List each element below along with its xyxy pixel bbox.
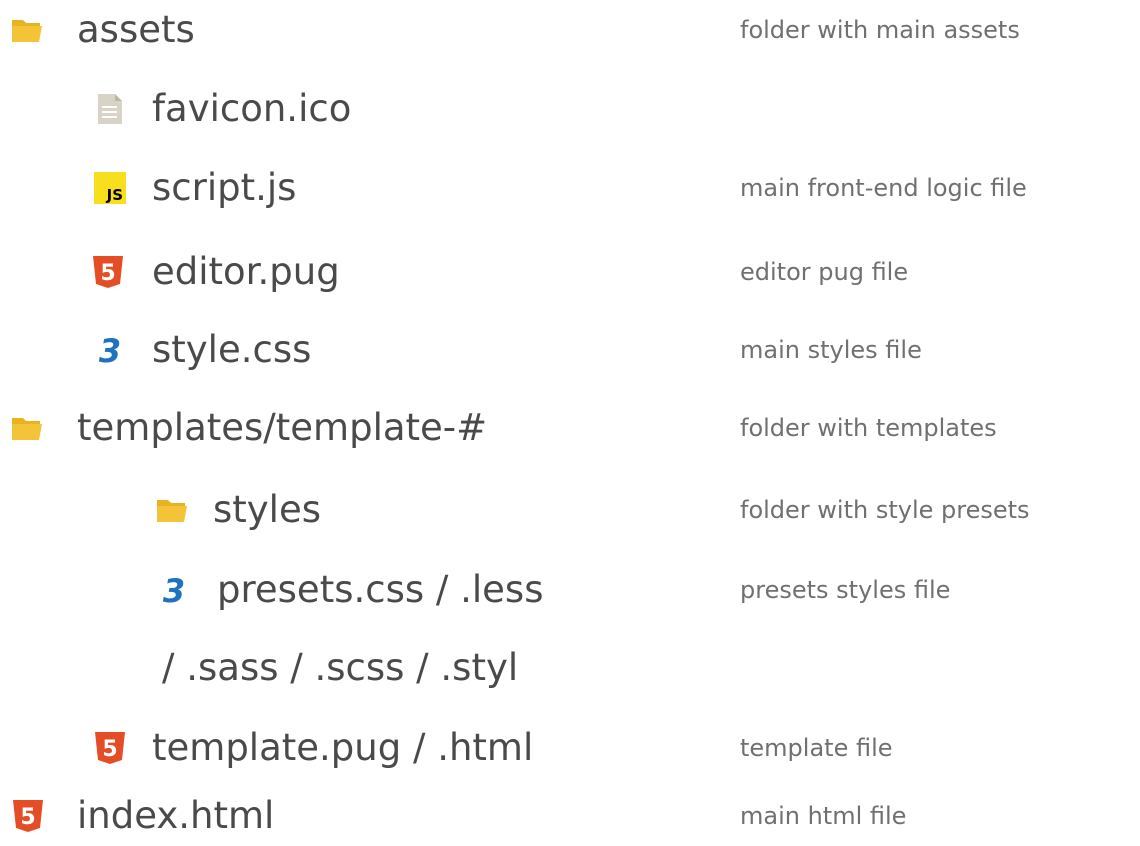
tree-item-name: index.html [77, 794, 275, 837]
tree-item-description: main styles file [740, 336, 922, 364]
tree-row-presets: 3 presets.css / .less presets styles fil… [0, 560, 1140, 620]
css3-icon: 3 [156, 572, 192, 608]
tree-item-name: style.css [152, 328, 312, 371]
js-icon-label: JS [106, 186, 123, 204]
tree-item-description: main html file [740, 802, 907, 830]
tree-item-name: presets.css / .less [217, 568, 544, 611]
js-icon: JS [92, 170, 128, 206]
html5-icon: 5 [10, 798, 46, 834]
tree-item-name: favicon.ico [152, 87, 352, 130]
tree-item-name: template.pug / .html [152, 726, 534, 769]
tree-item-description: folder with style presets [740, 496, 1030, 524]
tree-row-index-html: 5 index.html main html file [0, 786, 1140, 846]
tree-item-name: editor.pug [152, 250, 340, 293]
html5-icon-label: 5 [102, 737, 117, 762]
folder-icon [155, 492, 191, 528]
tree-item-description: folder with main assets [740, 16, 1020, 44]
tree-item-description: presets styles file [740, 576, 951, 604]
tree-item-name: templates/template-# [77, 406, 488, 449]
tree-item-name: styles [213, 488, 322, 531]
html5-icon: 5 [92, 730, 128, 766]
css3-icon-label: 3 [163, 572, 185, 608]
tree-row-style-css: 3 style.css main styles file [0, 320, 1140, 380]
tree-item-name: / .sass / .scss / .styl [162, 646, 519, 689]
html5-icon: 5 [90, 254, 126, 290]
tree-item-description: editor pug file [740, 258, 909, 286]
folder-icon [10, 410, 46, 446]
tree-row-templates: templates/template-# folder with templat… [0, 398, 1140, 458]
tree-row-editor-pug: 5 editor.pug editor pug file [0, 242, 1140, 302]
tree-item-description: main front-end logic file [740, 174, 1027, 202]
html5-icon-label: 5 [100, 261, 115, 286]
tree-item-name: script.js [152, 166, 297, 209]
css3-icon: 3 [92, 332, 128, 368]
tree-item-description: template file [740, 734, 893, 762]
tree-row-presets-continued: / .sass / .scss / .styl [0, 638, 1140, 698]
tree-row-styles: styles folder with style presets [0, 480, 1140, 540]
html5-icon-label: 5 [20, 805, 35, 830]
tree-item-description: folder with templates [740, 414, 997, 442]
tree-row-script-js: JS script.js main front-end logic file [0, 158, 1140, 218]
file-icon [92, 91, 128, 127]
tree-row-template-pug: 5 template.pug / .html template file [0, 718, 1140, 778]
file-tree-diagram: { "tree": [ {"name": "assets", "desc": "… [0, 0, 1140, 840]
tree-item-name: assets [77, 8, 195, 51]
folder-icon [10, 12, 46, 48]
css3-icon-label: 3 [99, 332, 121, 368]
tree-row-favicon: favicon.ico [0, 79, 1140, 139]
tree-row-assets: assets folder with main assets [0, 0, 1140, 60]
